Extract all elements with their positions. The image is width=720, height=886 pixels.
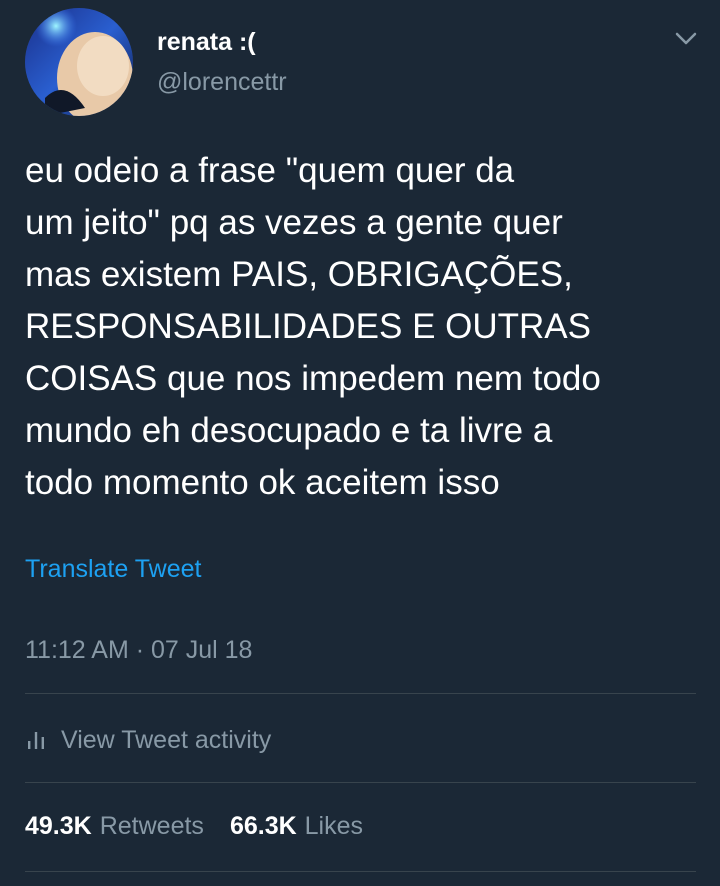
divider [25, 871, 696, 872]
user-handle[interactable]: @lorencettr [157, 68, 287, 97]
tweet-text-line: eu odeio a frase "quem quer da [25, 151, 515, 190]
likes-stat[interactable]: 66.3K Likes [230, 812, 363, 841]
avatar-photo [25, 8, 133, 116]
translate-tweet-link[interactable]: Translate Tweet [25, 555, 201, 584]
display-name[interactable]: renata :( [157, 28, 256, 57]
retweets-count: 49.3K [25, 812, 92, 840]
likes-count: 66.3K [229, 812, 297, 840]
tweet-text-line: mas existem PAIS, OBRIGAÇÕES, [25, 255, 573, 294]
tweet-text-line: todo momento ok aceitem isso [25, 463, 500, 502]
tweet-text-line: COISAS que nos impedem nem todo [25, 359, 601, 398]
chevron-down-icon[interactable] [672, 26, 700, 50]
tweet-text-line: um jeito" pq as vezes a gente quer [25, 203, 563, 242]
tweet-timestamp: 11:12 AM · 07 Jul 18 [25, 636, 253, 664]
bar-chart-icon [25, 729, 47, 751]
engagement-stats: 49.3K Retweets 66.3K Likes [25, 812, 363, 841]
view-tweet-activity-label: View Tweet activity [61, 725, 272, 754]
retweets-stat[interactable]: 49.3K Retweets [25, 812, 204, 841]
avatar[interactable] [25, 8, 133, 116]
tweet-text: eu odeio a frase "quem quer da um jeito"… [25, 145, 705, 509]
divider [25, 782, 696, 783]
view-tweet-activity-button[interactable]: View Tweet activity [25, 720, 271, 760]
tweet-text-line: RESPONSABILIDADES E OUTRAS [25, 307, 591, 346]
tweet-text-line: mundo eh desocupado e ta livre a [25, 411, 553, 450]
retweets-label: Retweets [99, 812, 204, 840]
likes-label: Likes [304, 812, 364, 840]
divider [25, 693, 696, 694]
